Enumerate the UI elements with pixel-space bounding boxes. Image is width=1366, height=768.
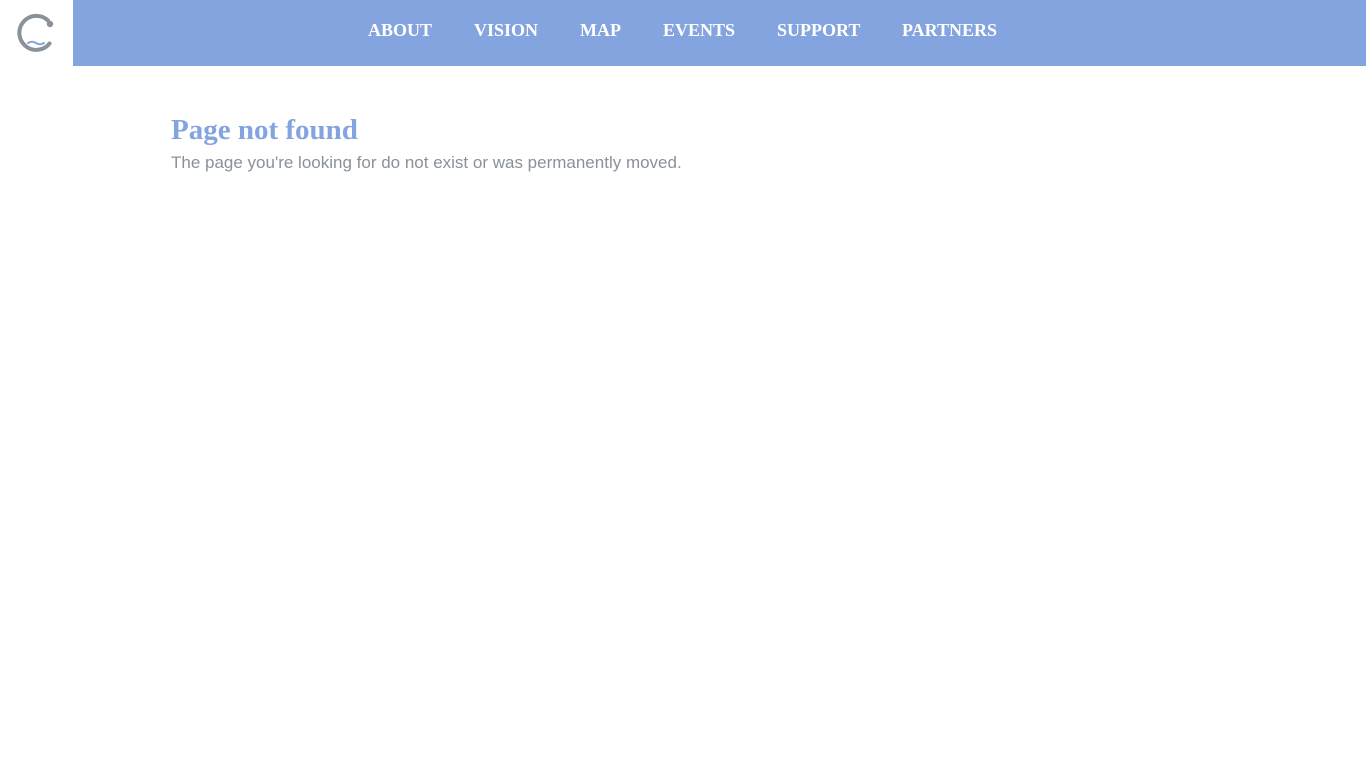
nav-item-vision[interactable]: VISION: [474, 19, 538, 41]
main-content: Page not found The page you're looking f…: [171, 112, 1171, 174]
nav-item-partners[interactable]: PARTNERS: [902, 19, 997, 41]
not-found-message: The page you're looking for do not exist…: [171, 153, 682, 172]
c-logo-icon: [17, 13, 54, 52]
nav-item-about[interactable]: ABOUT: [368, 19, 432, 41]
home-logo-link[interactable]: [0, 0, 73, 66]
nav-item-support[interactable]: SUPPORT: [777, 19, 860, 41]
top-bar: ABOUT VISION MAP EVENTS SUPPORT PARTNERS: [0, 0, 1366, 66]
main-nav: ABOUT VISION MAP EVENTS SUPPORT PARTNERS: [73, 0, 1366, 66]
page-title: Page not found: [171, 114, 358, 146]
nav-item-map[interactable]: MAP: [580, 19, 621, 41]
nav-item-events[interactable]: EVENTS: [663, 19, 735, 41]
